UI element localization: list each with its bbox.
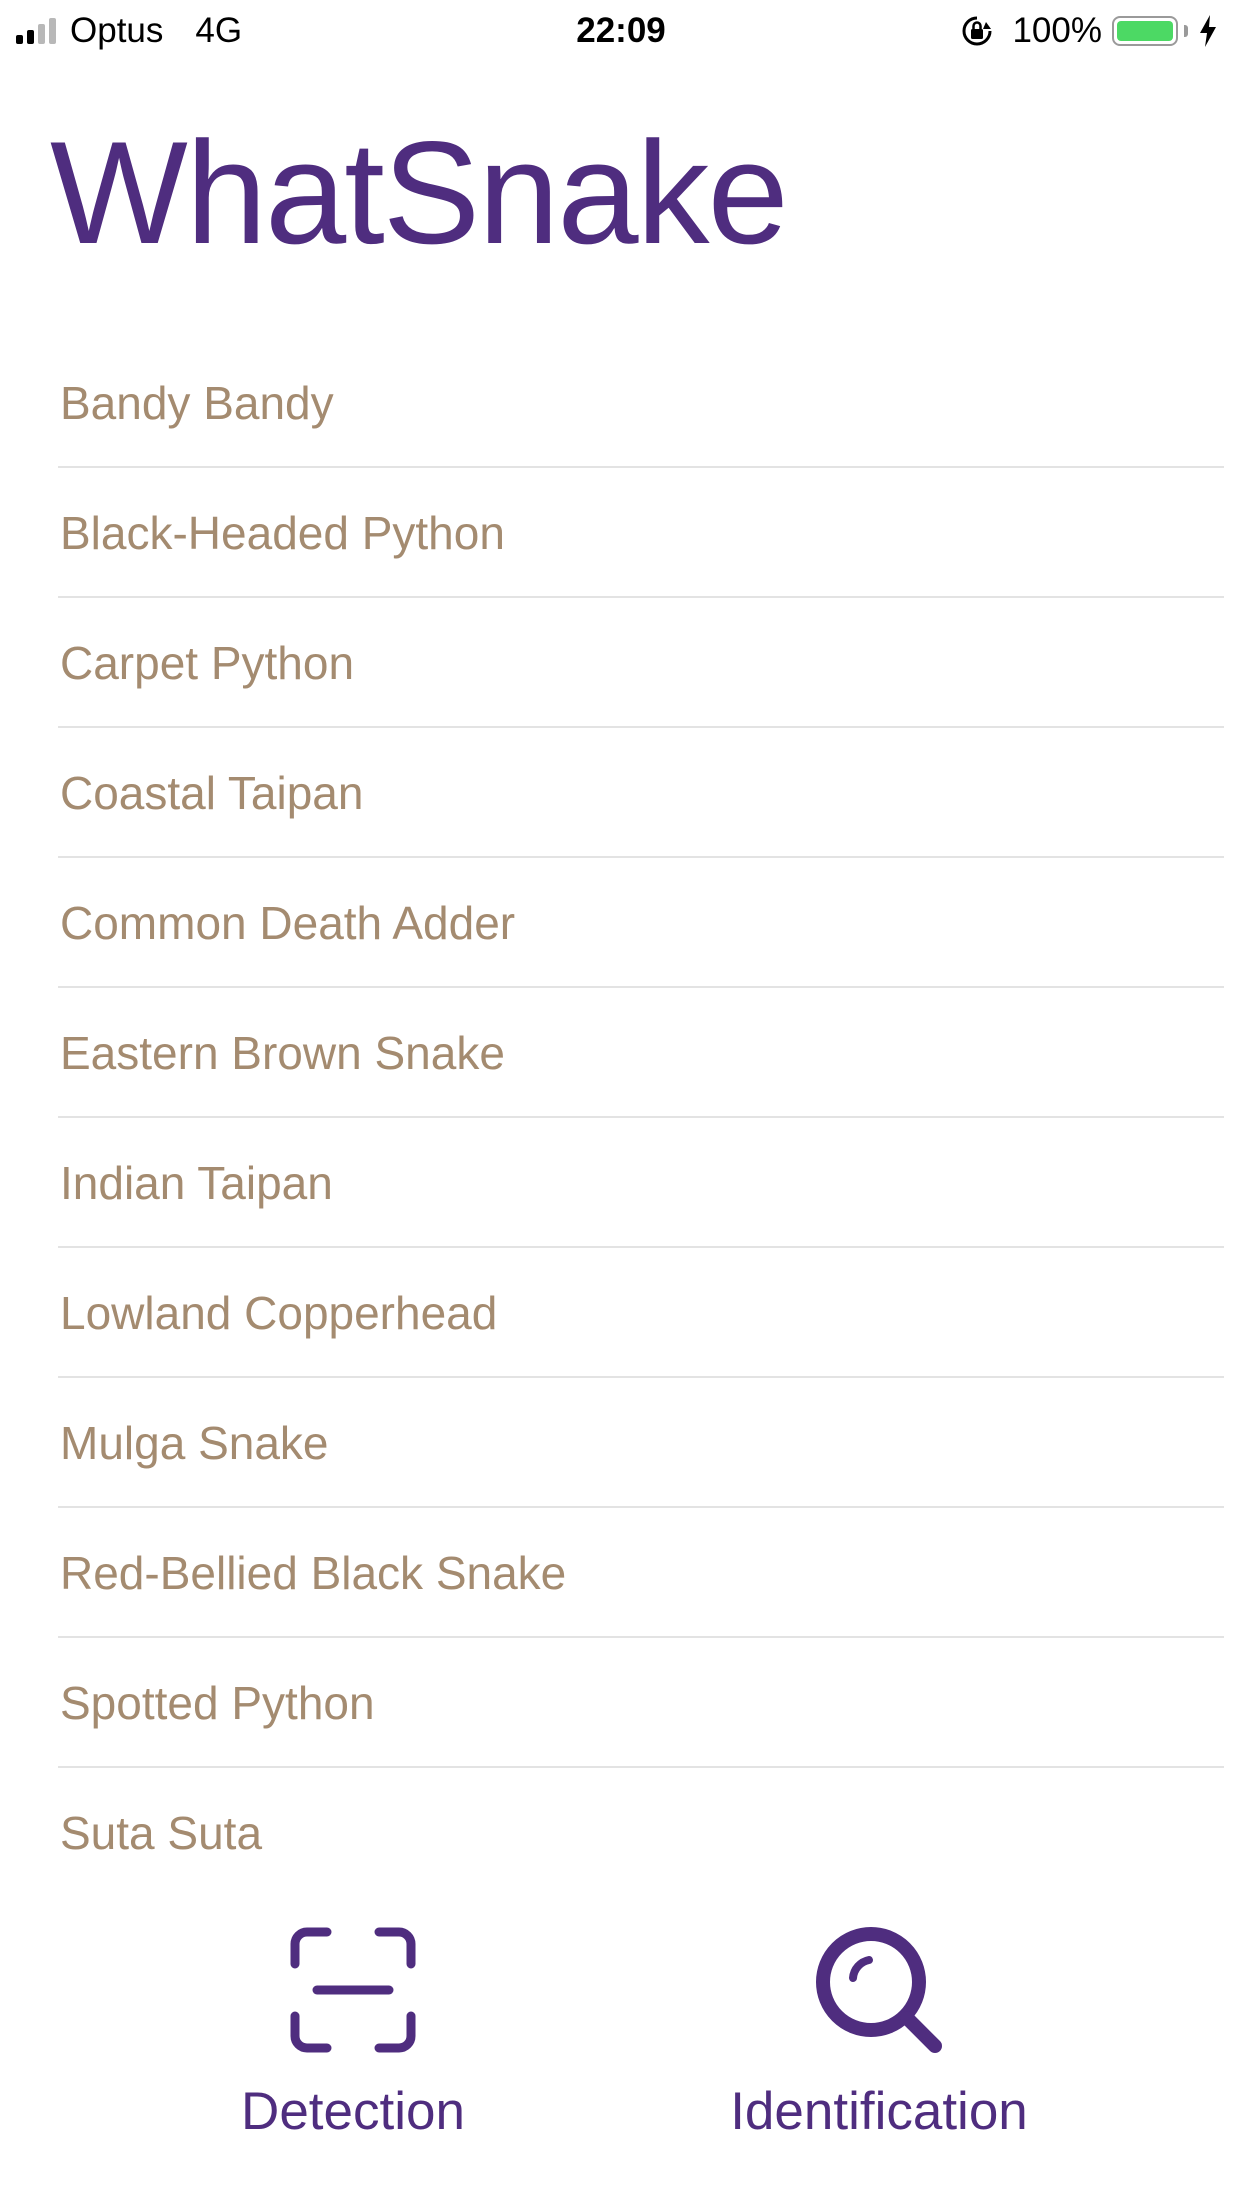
list-item-label: Carpet Python [60, 637, 355, 689]
tab-label: Detection [241, 2082, 465, 2141]
list-item[interactable]: Spotted Python [0, 1638, 1242, 1768]
list-item-label: Common Death Adder [60, 897, 516, 949]
list-item[interactable]: Black-Headed Python [0, 468, 1242, 598]
list-item-label: Coastal Taipan [60, 767, 364, 819]
list-item-label: Red-Bellied Black Snake [60, 1547, 567, 1599]
list-item-label: Lowland Copperhead [60, 1287, 498, 1339]
scan-icon [290, 1927, 416, 2053]
list-item-label: Indian Taipan [60, 1157, 333, 1209]
tab-identification[interactable]: Identification [679, 1920, 1079, 2160]
list-item-label: Spotted Python [60, 1677, 375, 1729]
snake-list: Bandy Bandy Black-Headed Python Carpet P… [0, 338, 1242, 1898]
list-item[interactable]: Carpet Python [0, 598, 1242, 728]
battery-nub [1184, 25, 1188, 37]
list-item[interactable]: Common Death Adder [0, 858, 1242, 988]
list-item[interactable]: Coastal Taipan [0, 728, 1242, 858]
list-item[interactable]: Eastern Brown Snake [0, 988, 1242, 1118]
tab-label: Identification [730, 2082, 1028, 2141]
list-item-label: Suta Suta [60, 1807, 263, 1859]
list-item[interactable]: Suta Suta [0, 1768, 1242, 1898]
list-item-label: Mulga Snake [60, 1417, 329, 1469]
page-title: WhatSnake [50, 111, 789, 274]
list-item[interactable]: Red-Bellied Black Snake [0, 1508, 1242, 1638]
status-bar-right: 100% [960, 10, 1218, 52]
list-item-label: Bandy Bandy [60, 377, 334, 429]
list-item[interactable]: Indian Taipan [0, 1118, 1242, 1248]
list-item[interactable]: Bandy Bandy [0, 338, 1242, 468]
list-item-label: Eastern Brown Snake [60, 1027, 505, 1079]
list-item[interactable]: Lowland Copperhead [0, 1248, 1242, 1378]
battery-level [1117, 21, 1173, 41]
search-icon [816, 1927, 942, 2053]
battery-percent: 100% [1012, 11, 1102, 50]
charging-bolt-icon [1200, 15, 1216, 47]
tab-bar: Detection Identification [0, 1900, 1242, 2160]
battery-icon [1112, 16, 1178, 46]
list-item[interactable]: Mulga Snake [0, 1378, 1242, 1508]
tab-detection[interactable]: Detection [153, 1920, 553, 2160]
orientation-lock-icon [962, 16, 992, 46]
list-item-label: Black-Headed Python [60, 507, 505, 559]
status-bar: Optus 4G 22:09 100% [0, 0, 1242, 62]
